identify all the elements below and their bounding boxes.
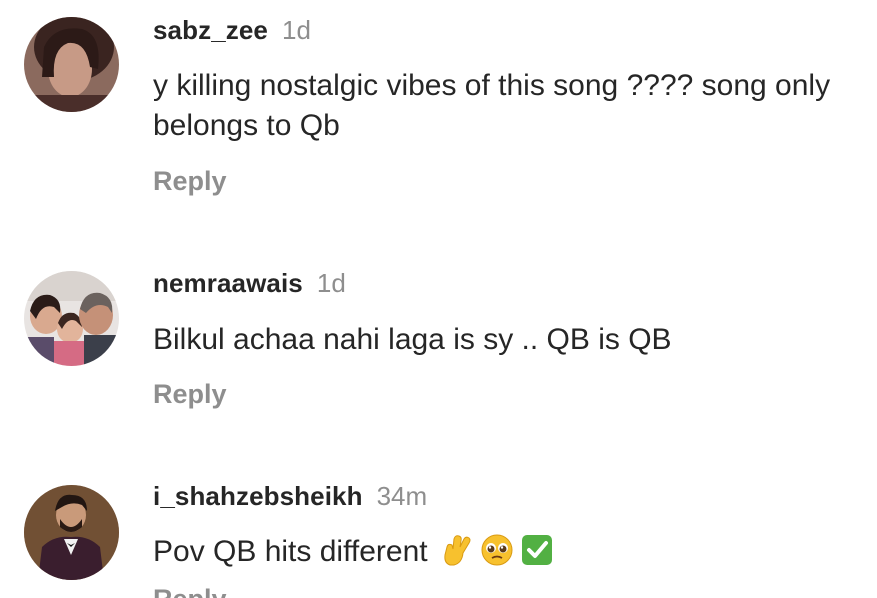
reply-button-partial[interactable]: Reply [153,584,273,598]
pleading-face-icon [480,533,514,567]
comment-text-body: Pov QB hits different [153,535,428,568]
username[interactable]: i_shahzebsheikh [153,481,363,511]
comment-item: i_shahzebsheikh 34m Pov QB hits different [0,0,877,598]
reply-label: Reply [153,584,273,598]
check-mark-button-icon [520,533,554,567]
crossed-fingers-icon [440,533,474,567]
avatar[interactable] [24,485,119,580]
comment-time: 34m [376,481,428,511]
comment-text: Pov QB hits different [153,532,865,572]
profile-photo [24,485,119,580]
